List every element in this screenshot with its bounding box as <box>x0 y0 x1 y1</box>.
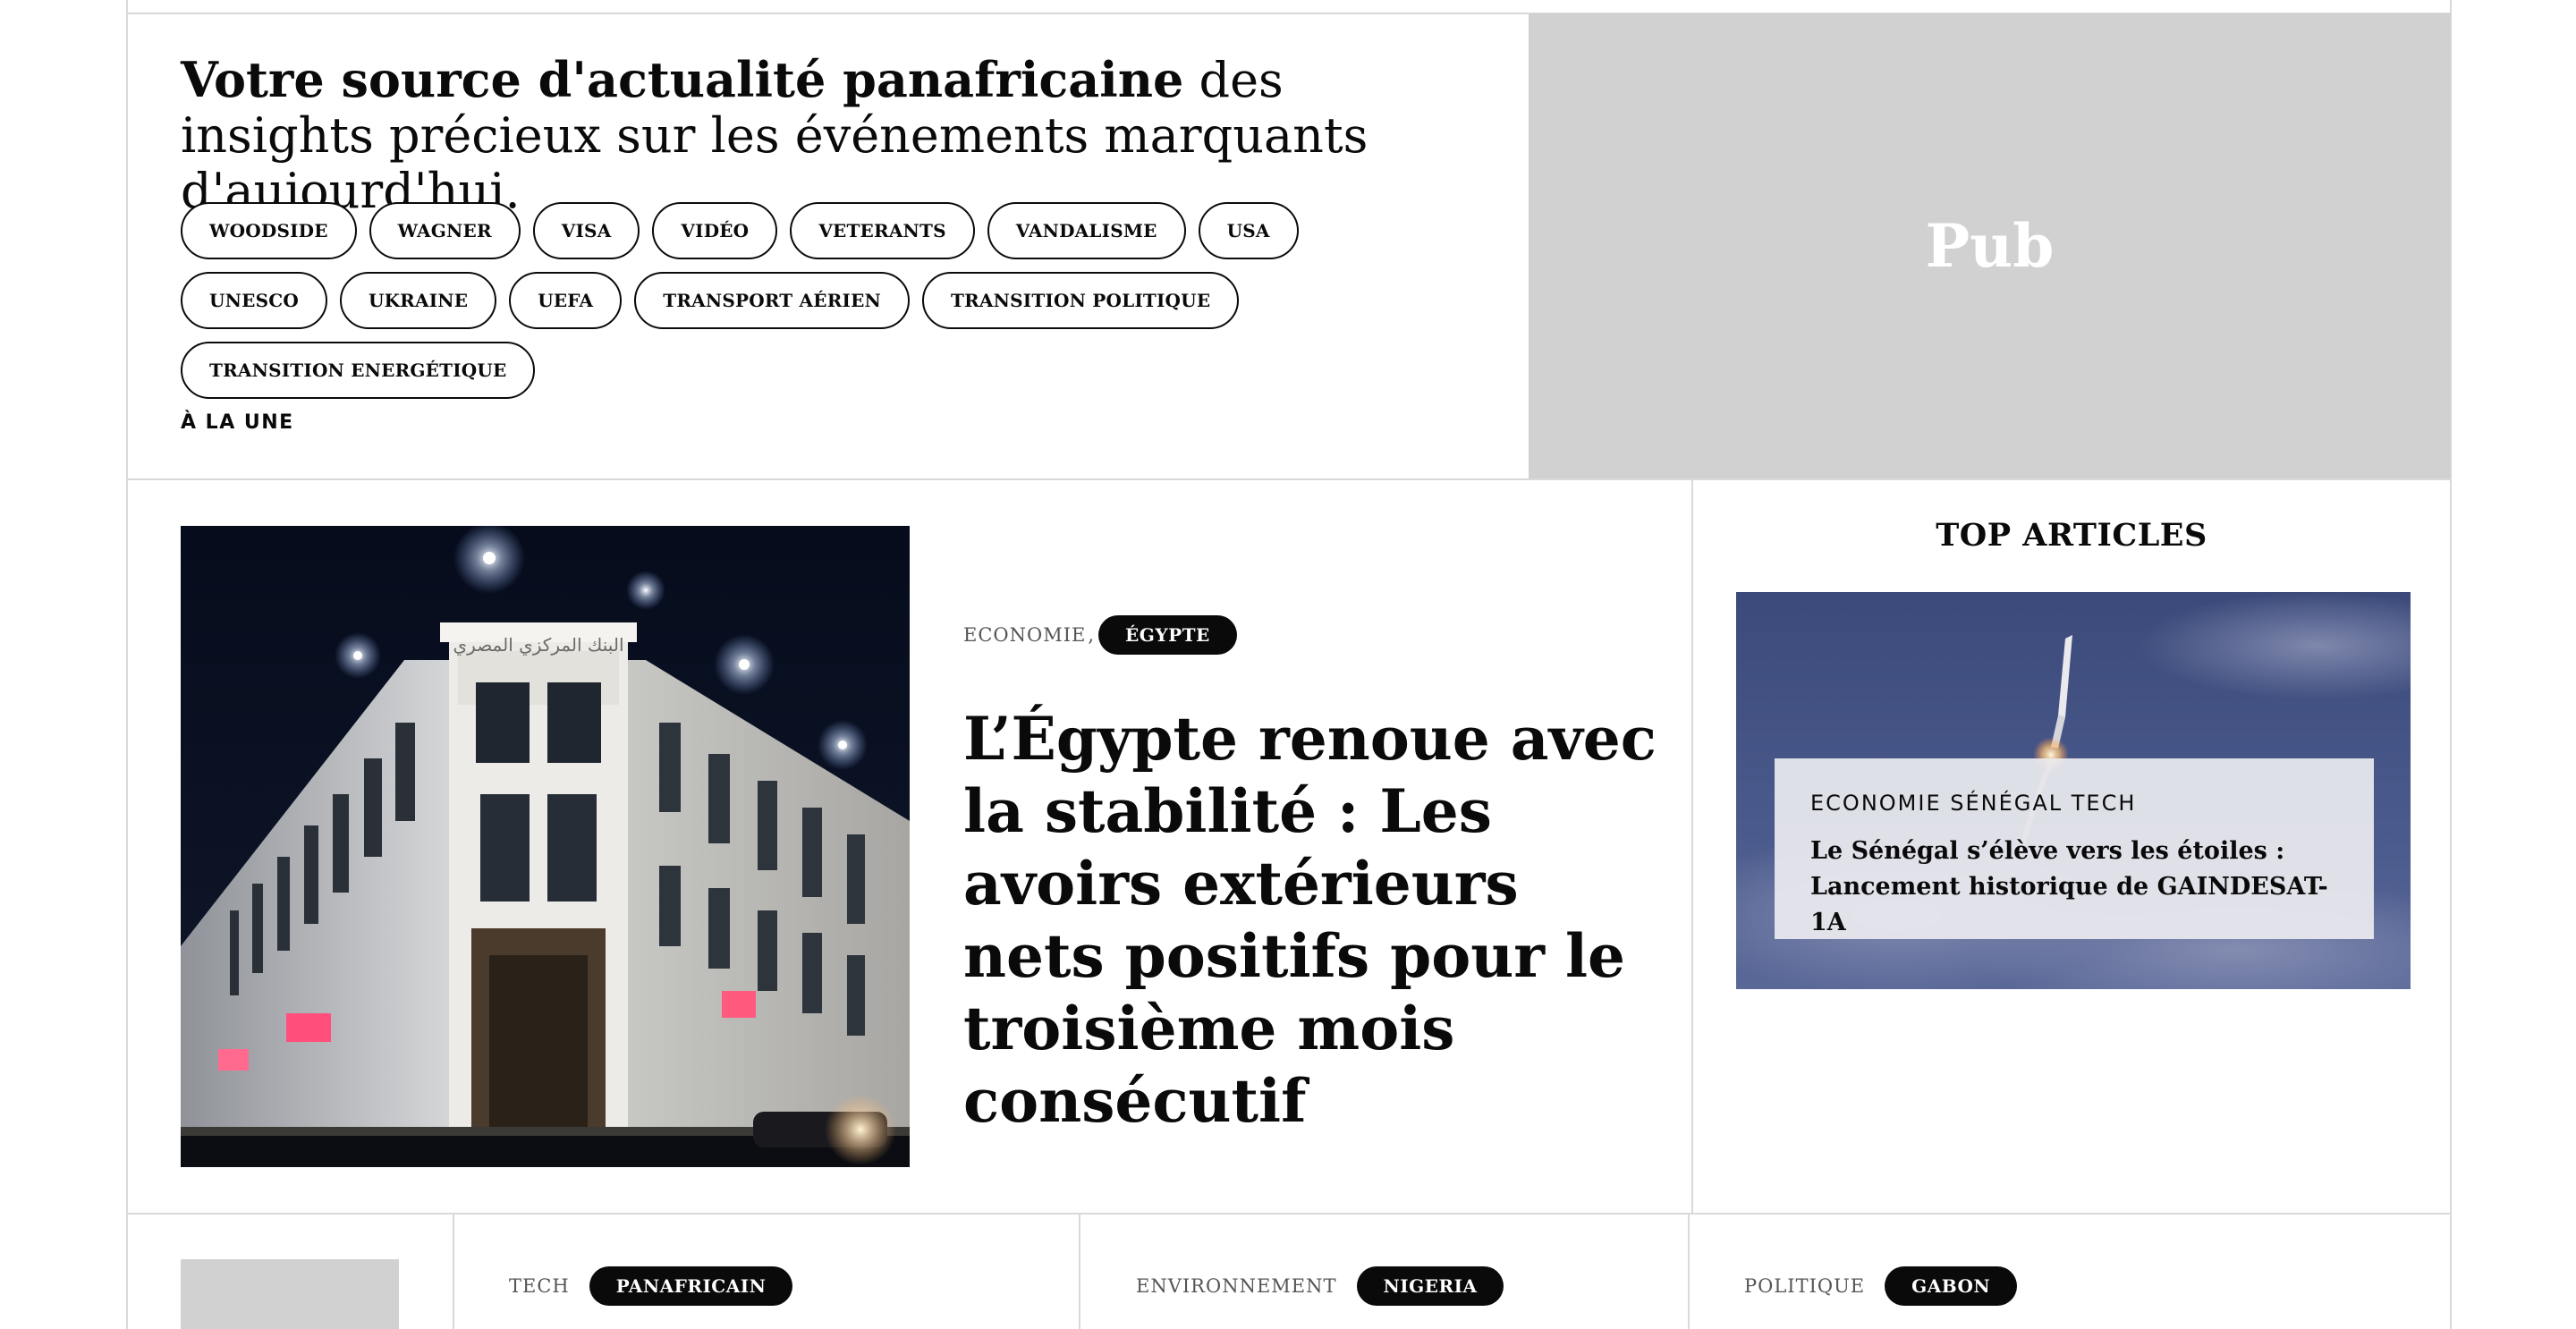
tag-cloud: WOODSIDE WAGNER VISA VIDÉO VETERANTS VANDALIS… <box>181 202 1451 399</box>
bottom-category-2[interactable]: ENVIRONNEMENT <box>1136 1275 1337 1297</box>
article-thumbnail[interactable] <box>181 1259 399 1329</box>
bottom-category-3[interactable]: POLITIQUE <box>1744 1275 1865 1297</box>
bottom-article-meta-2: ENVIRONNEMENT NIGERIA <box>1136 1266 1504 1306</box>
divider <box>126 478 2452 480</box>
tag-pill[interactable]: TRANSITION ENERGÉTIQUE <box>181 342 536 399</box>
tag-pill[interactable]: TRANSPORT AÉRIEN <box>634 272 911 329</box>
tag-pill[interactable]: VIDÉO <box>652 202 778 259</box>
featured-article-title[interactable]: L’Égypte renoue avec la stabilité : Les … <box>963 703 1661 1138</box>
tag-pill[interactable]: USA <box>1198 202 1299 259</box>
top-article-title[interactable]: Le Sénégal s’élève vers les étoiles : La… <box>1810 834 2338 941</box>
top-article-categories[interactable]: ECONOMIE SÉNÉGAL TECH <box>1810 791 2338 816</box>
top-article-card[interactable]: ECONOMIE SÉNÉGAL TECH Le Sénégal s’élève… <box>1736 592 2411 989</box>
divider <box>1691 478 1693 1213</box>
ad-banner[interactable]: Pub <box>1529 13 2451 478</box>
section-label-a-la-une: À LA UNE <box>181 411 294 434</box>
divider <box>126 1213 2452 1215</box>
tag-pill[interactable]: UKRAINE <box>339 272 497 329</box>
tag-pill[interactable]: UEFA <box>509 272 623 329</box>
meta-separator: , <box>1088 624 1096 646</box>
divider <box>453 1213 454 1329</box>
tag-pill[interactable]: VETERANTS <box>790 202 975 259</box>
top-article-overlay: ECONOMIE SÉNÉGAL TECH Le Sénégal s’élève… <box>1775 758 2374 939</box>
divider <box>1079 1213 1080 1329</box>
tag-pill[interactable]: WOODSIDE <box>181 202 357 259</box>
featured-tag-pill[interactable]: ÉGYPTE <box>1098 615 1237 655</box>
central-bank-building-image: البنك المركزي المصري <box>181 526 910 1167</box>
site-tagline: Votre source d'actualité panafricaine de… <box>181 52 1487 219</box>
tag-pill[interactable]: UNESCO <box>181 272 327 329</box>
tag-pill[interactable]: VANDALISME <box>987 202 1186 259</box>
top-articles-heading: TOP ARTICLES <box>1936 517 2207 554</box>
featured-image[interactable]: البنك المركزي المصري <box>181 526 910 1167</box>
tag-pill[interactable]: WAGNER <box>369 202 521 259</box>
featured-category[interactable]: ECONOMIE <box>963 624 1086 646</box>
bottom-article-meta-3: POLITIQUE GABON <box>1744 1266 2018 1306</box>
bottom-tag-pill-1[interactable]: PANAFRICAIN <box>589 1266 793 1306</box>
bottom-category-1[interactable]: TECH <box>509 1275 570 1297</box>
featured-meta: ECONOMIE , ÉGYPTE <box>963 615 1237 655</box>
tag-pill[interactable]: TRANSITION POLITIQUE <box>922 272 1240 329</box>
tag-pill[interactable]: VISA <box>532 202 640 259</box>
building-inscription: البنك المركزي المصري <box>453 634 624 656</box>
bottom-article-meta-1: TECH PANAFRICAIN <box>509 1266 793 1306</box>
bottom-tag-pill-2[interactable]: NIGERIA <box>1356 1266 1504 1306</box>
divider <box>1688 1213 1690 1329</box>
ad-label: Pub <box>1925 211 2055 281</box>
bottom-tag-pill-3[interactable]: GABON <box>1885 1266 2018 1306</box>
tagline-bold: Votre source d'actualité panafricaine <box>181 51 1184 108</box>
